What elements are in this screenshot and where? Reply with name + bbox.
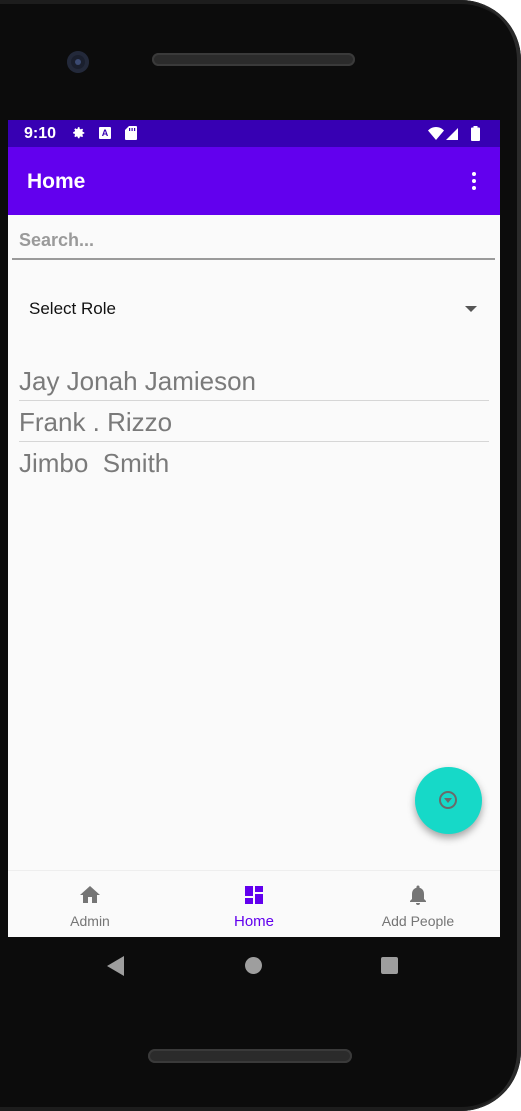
top-speaker-grille bbox=[152, 53, 355, 66]
search-input[interactable] bbox=[19, 230, 479, 251]
bell-icon bbox=[410, 885, 426, 905]
nav-item-label: Admin bbox=[70, 913, 110, 929]
page-title: Home bbox=[27, 170, 86, 193]
nav-item-add-people[interactable]: Add People bbox=[336, 871, 500, 937]
nav-item-label: Home bbox=[233, 913, 274, 930]
list-item[interactable]: Jay Jonah Jamieson bbox=[19, 360, 489, 401]
phone-device-frame: 9:10 A Home Search... Select Role Jay Jo… bbox=[0, 0, 521, 1111]
search-field bbox=[12, 224, 495, 260]
app-bar: Home bbox=[8, 147, 500, 215]
nav-item-home[interactable]: Home bbox=[172, 871, 336, 937]
arrow-drop-down-circle-icon bbox=[439, 791, 457, 809]
list-item[interactable]: Frank . Rizzo bbox=[19, 401, 489, 442]
status-bar: 9:10 A bbox=[8, 120, 500, 147]
people-list: Jay Jonah Jamieson Frank . Rizzo Jimbo S… bbox=[19, 360, 489, 482]
back-button[interactable] bbox=[107, 956, 124, 976]
dashboard-icon bbox=[245, 886, 263, 904]
sd-card-icon bbox=[125, 126, 137, 140]
wifi-icon bbox=[428, 127, 444, 140]
nav-item-admin[interactable]: Admin bbox=[8, 871, 172, 937]
floating-action-button[interactable] bbox=[415, 767, 482, 834]
a-icon: A bbox=[99, 127, 111, 139]
home-icon bbox=[80, 886, 100, 903]
role-dropdown-value: Select Role bbox=[29, 299, 116, 318]
battery-icon bbox=[471, 126, 480, 141]
chevron-down-icon bbox=[465, 306, 477, 312]
front-camera bbox=[67, 51, 89, 73]
bottom-speaker-grille bbox=[148, 1049, 352, 1063]
nav-item-label: Add People bbox=[381, 913, 455, 929]
gear-icon bbox=[73, 127, 85, 139]
app-screen: 9:10 A Home Search... Select Role Jay Jo… bbox=[8, 120, 500, 937]
signal-icon bbox=[446, 128, 458, 140]
more-vert-icon[interactable] bbox=[468, 172, 480, 194]
role-dropdown[interactable]: Select Role bbox=[17, 290, 491, 326]
list-item[interactable]: Jimbo Smith bbox=[19, 442, 489, 482]
status-time: 9:10 bbox=[24, 125, 57, 142]
home-button[interactable] bbox=[245, 957, 262, 974]
bottom-navigation: Admin Home Add People bbox=[8, 870, 500, 937]
recents-button[interactable] bbox=[381, 957, 398, 974]
